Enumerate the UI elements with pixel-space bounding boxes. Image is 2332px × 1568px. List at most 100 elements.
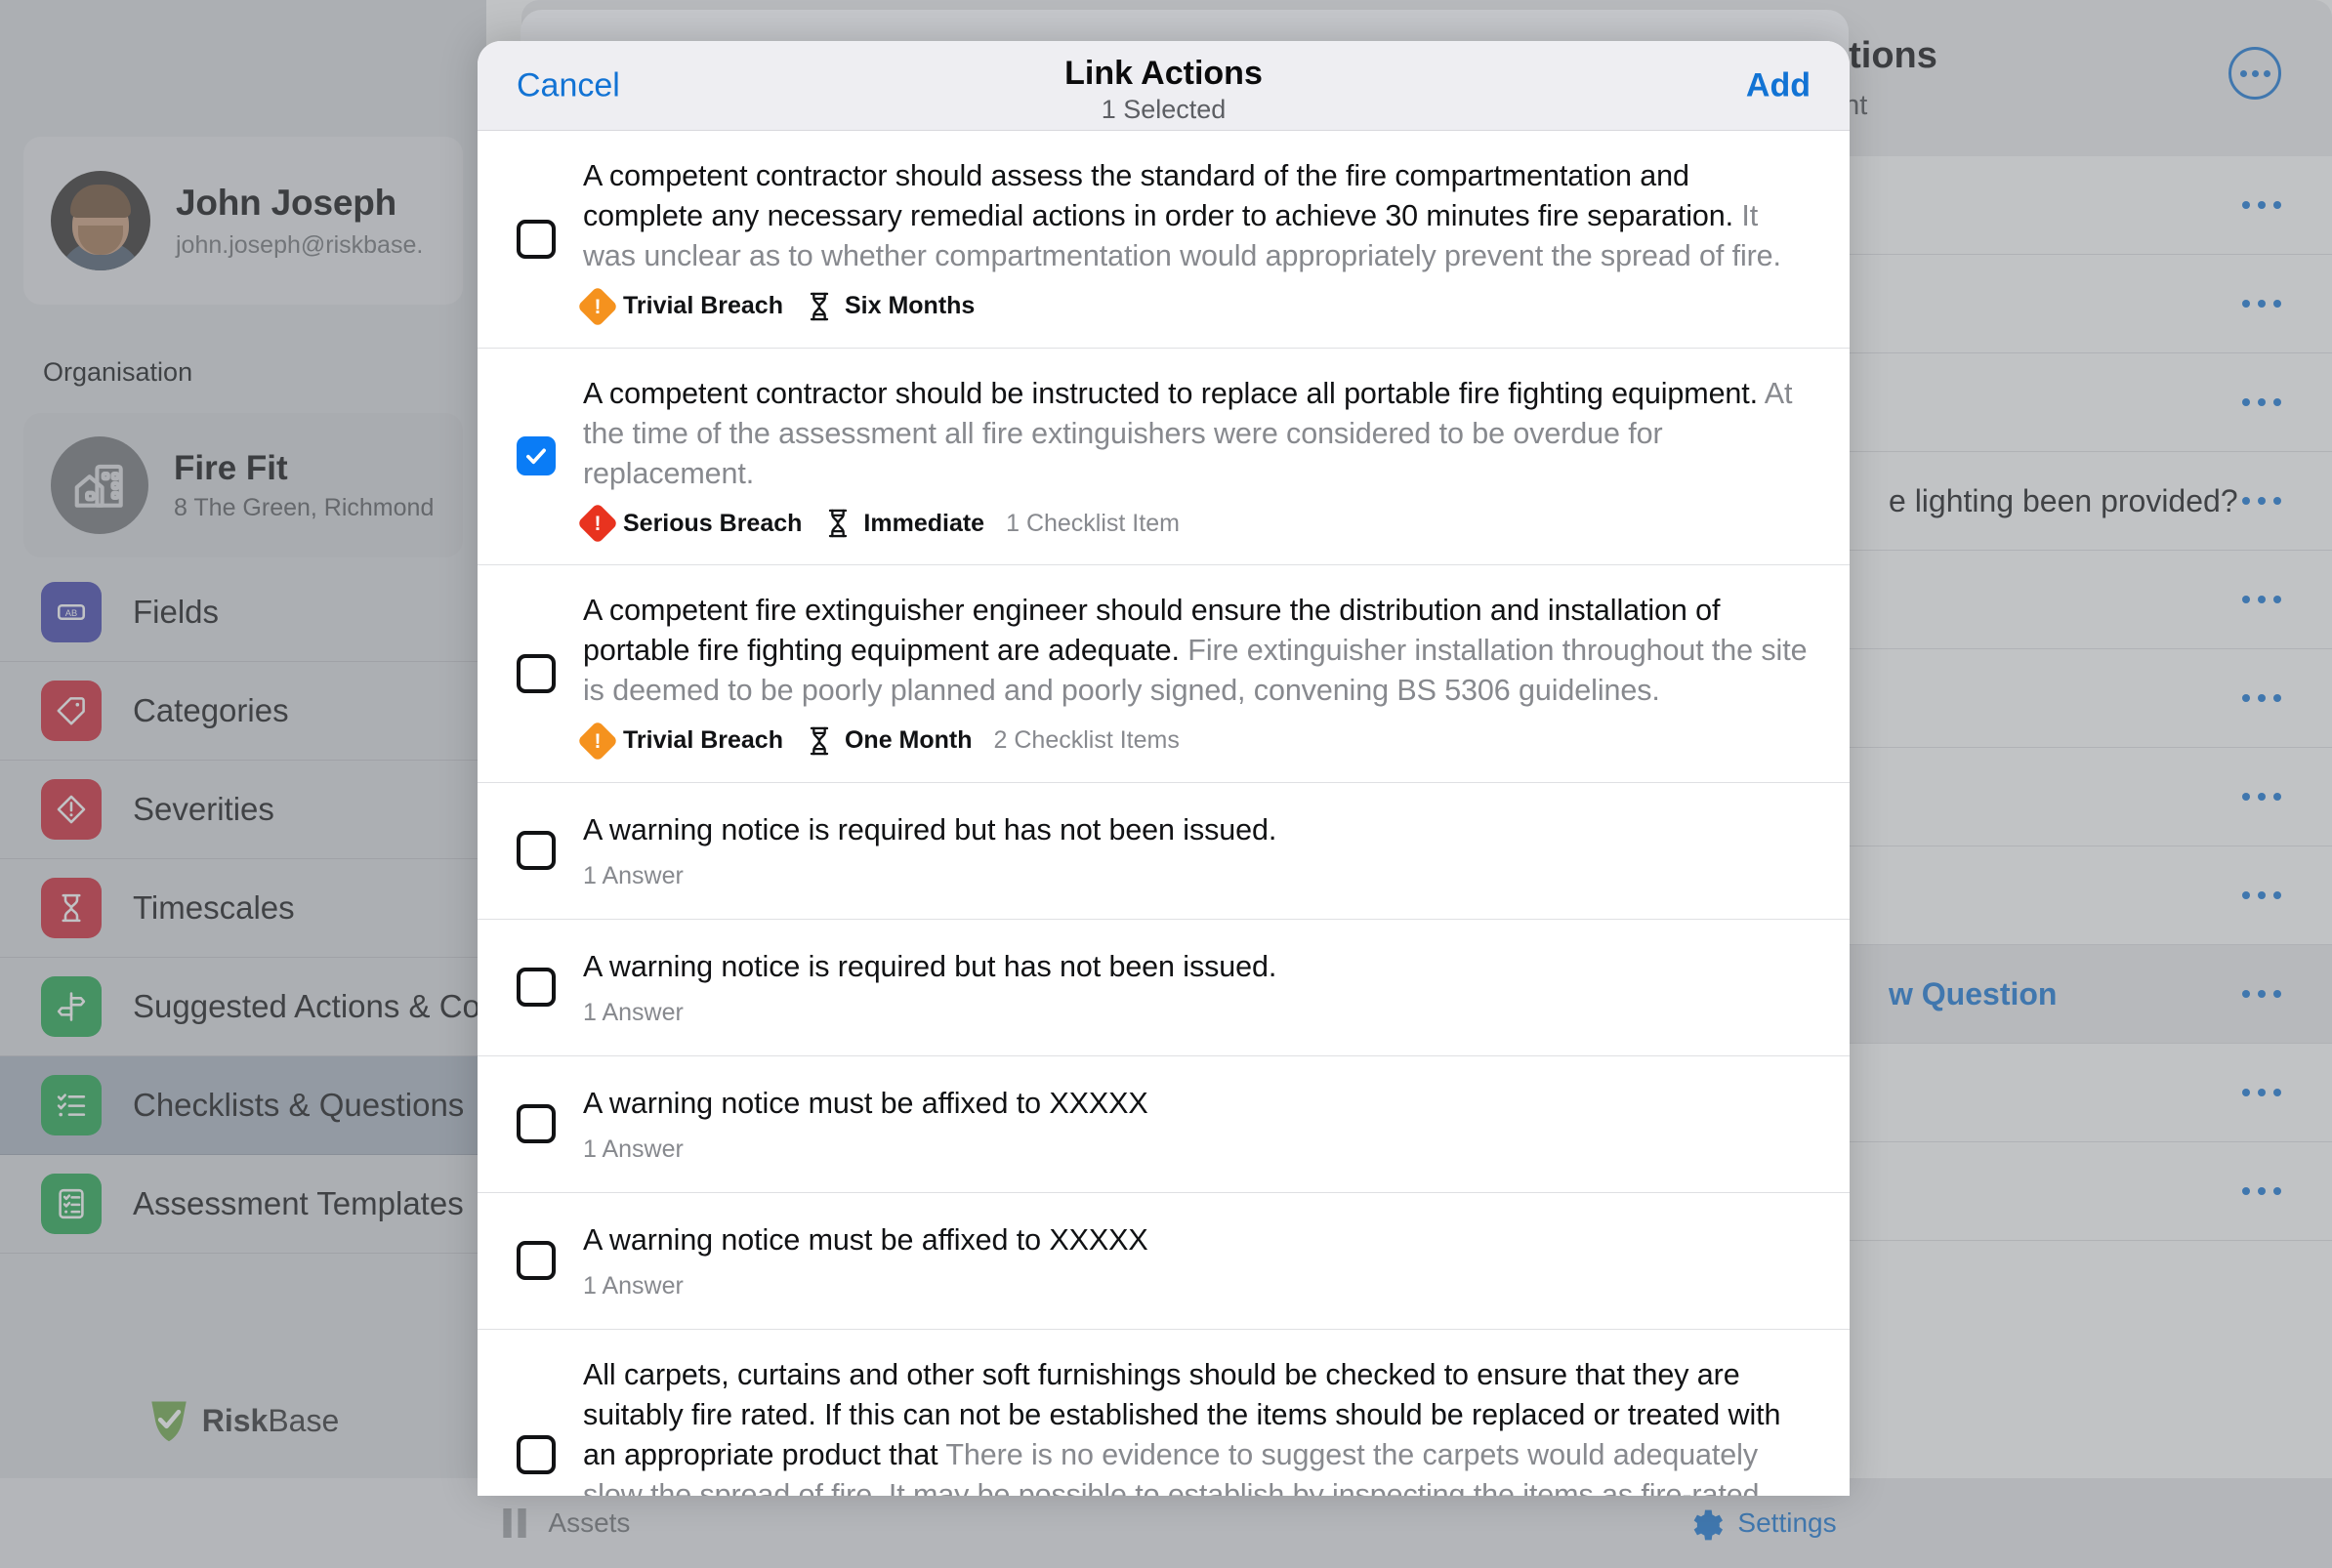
- avatar: [51, 171, 150, 270]
- sidebar-item-categories[interactable]: Categories: [0, 662, 486, 761]
- severity-diamond-icon: [41, 779, 102, 840]
- checkbox-unchecked[interactable]: [517, 219, 556, 259]
- hourglass-icon: [829, 509, 848, 538]
- checkbox-unchecked[interactable]: [517, 1435, 556, 1475]
- riskbase-shield-icon: [151, 1401, 187, 1442]
- action-text: A competent contractor should be instruc…: [583, 374, 1816, 495]
- tab-assets[interactable]: Assets: [495, 1504, 630, 1543]
- user-email: john.joseph@riskbase.: [176, 230, 424, 259]
- action-list-item[interactable]: A competent fire extinguisher engineer s…: [478, 565, 1850, 783]
- more-horizontal-icon[interactable]: [2242, 201, 2281, 209]
- answer-count: 1 Answer: [583, 862, 684, 890]
- action-text: A warning notice is required but has not…: [583, 947, 1816, 987]
- more-horizontal-icon[interactable]: [2242, 300, 2281, 308]
- checkbox-unchecked[interactable]: [517, 1241, 556, 1281]
- severity-label: Serious Breach: [623, 509, 803, 537]
- row-label: e lighting been provided?: [1889, 482, 2238, 518]
- sidebar-item-label: Suggested Actions & Cont: [133, 988, 508, 1024]
- action-title: A warning notice must be affixed to XXXX…: [583, 1086, 1148, 1120]
- document-checklist-icon: [41, 1174, 102, 1234]
- assets-icon: [503, 1508, 527, 1538]
- sidebar-section-title: Organisation: [43, 357, 193, 387]
- checkbox-unchecked[interactable]: [517, 968, 556, 1008]
- sidebar-item-assessment-templates[interactable]: Assessment Templates: [0, 1155, 486, 1254]
- sidebar-item-label: Checklists & Questions: [133, 1087, 465, 1123]
- organisation-address: 8 The Green, Richmond: [174, 493, 435, 521]
- action-text: A competent contractor should assess the…: [583, 156, 1816, 277]
- more-horizontal-icon[interactable]: [2242, 497, 2281, 505]
- modal-title: Link Actions: [1064, 55, 1263, 92]
- action-text: All carpets, curtains and other soft fur…: [583, 1355, 1816, 1496]
- checkbox-unchecked[interactable]: [517, 831, 556, 871]
- building-icon: [51, 436, 148, 534]
- action-list-item[interactable]: A warning notice is required but has not…: [478, 783, 1850, 920]
- action-list-item[interactable]: A warning notice must be affixed to XXXX…: [478, 1193, 1850, 1330]
- action-list-item[interactable]: A competent contractor should assess the…: [478, 131, 1850, 349]
- more-horizontal-icon[interactable]: [2242, 1187, 2281, 1195]
- tab-settings[interactable]: Settings: [1685, 1504, 1837, 1543]
- timescale-label: Immediate: [863, 509, 985, 537]
- severity-badge: ! Trivial Breach: [576, 285, 783, 327]
- severity-badge: ! Trivial Breach: [576, 720, 783, 762]
- severity-badge: ! Serious Breach: [576, 502, 803, 545]
- timescale-badge: One Month: [805, 725, 973, 757]
- action-title: A competent contractor should be instruc…: [583, 376, 1759, 410]
- riskbase-logo: RiskBase: [0, 1398, 486, 1443]
- action-list-item[interactable]: A warning notice is required but has not…: [478, 920, 1850, 1056]
- sidebar-item-label: Timescales: [133, 889, 295, 926]
- more-horizontal-icon[interactable]: [2242, 1089, 2281, 1096]
- sidebar-item-fields[interactable]: AB Fields: [0, 563, 486, 662]
- more-horizontal-icon[interactable]: [2242, 694, 2281, 702]
- more-horizontal-icon[interactable]: [2242, 398, 2281, 406]
- answer-count: 1 Answer: [583, 999, 684, 1027]
- link-actions-modal: Cancel Link Actions 1 Selected Add A com…: [478, 41, 1850, 1496]
- ab-field-icon: AB: [41, 582, 102, 642]
- brand-regular: Base: [268, 1402, 340, 1438]
- user-name: John Joseph: [176, 182, 396, 223]
- checkbox-unchecked[interactable]: [517, 653, 556, 693]
- organisation-card[interactable]: Fire Fit 8 The Green, Richmond: [23, 413, 463, 557]
- action-list-item[interactable]: A competent contractor should be instruc…: [478, 349, 1850, 566]
- checklist-icon: [41, 1075, 102, 1135]
- hourglass-icon: [810, 726, 829, 755]
- sidebar-item-checklists-questions[interactable]: Checklists & Questions: [0, 1056, 486, 1155]
- tab-assets-label: Assets: [548, 1507, 631, 1538]
- action-meta: ! Trivial Breach One Month 2 Checklist Ite…: [576, 720, 1816, 762]
- more-horizontal-icon[interactable]: [2242, 891, 2281, 899]
- gear-icon: [1694, 1509, 1724, 1541]
- brand-text: RiskBase: [202, 1403, 340, 1439]
- sidebar-item-severities[interactable]: Severities: [0, 761, 486, 859]
- modal-selected-count: 1 Selected: [1101, 95, 1227, 125]
- action-meta: ! Trivial Breach Six Months: [576, 285, 1816, 327]
- sidebar-item-label: Fields: [133, 594, 220, 630]
- sidebar-nav: AB Fields Categories Severities Timescales Su…: [0, 563, 507, 1254]
- checkbox-checked[interactable]: [517, 436, 556, 476]
- action-title: A competent contractor should assess the…: [583, 159, 1734, 233]
- add-button[interactable]: Add: [1746, 66, 1811, 104]
- user-card[interactable]: John Joseph john.joseph@riskbase.: [23, 137, 463, 305]
- hourglass-icon: [41, 878, 102, 938]
- action-list[interactable]: A competent contractor should assess the…: [478, 131, 1850, 1496]
- action-list-item[interactable]: All carpets, curtains and other soft fur…: [478, 1330, 1850, 1496]
- sidebar-item-label: Severities: [133, 791, 274, 827]
- timescale-badge: Six Months: [805, 291, 975, 322]
- severity-label: Trivial Breach: [623, 726, 783, 755]
- more-horizontal-icon[interactable]: [2242, 793, 2281, 801]
- more-horizontal-icon[interactable]: [2242, 990, 2281, 998]
- sidebar-item-suggested-actions-cont[interactable]: Suggested Actions & Cont: [0, 958, 507, 1056]
- signpost-icon: [41, 976, 102, 1037]
- more-horizontal-icon[interactable]: [2242, 596, 2281, 603]
- row-label: w Question: [1889, 975, 2058, 1011]
- more-circle-icon[interactable]: [2228, 47, 2281, 100]
- action-list-item[interactable]: A warning notice must be affixed to XXXX…: [478, 1056, 1850, 1193]
- check-icon: [526, 448, 546, 465]
- action-meta: ! Serious Breach Immediate 1 Checklist Ite…: [576, 502, 1816, 545]
- sidebar-item-timescales[interactable]: Timescales: [0, 859, 486, 958]
- checkbox-unchecked[interactable]: [517, 1104, 556, 1144]
- timescale-badge: Immediate: [823, 508, 984, 539]
- sidebar-item-label: Assessment Templates: [133, 1185, 464, 1221]
- timescale-label: Six Months: [844, 292, 976, 320]
- action-title: A warning notice must be affixed to XXXX…: [583, 1222, 1148, 1257]
- action-text: A competent fire extinguisher engineer s…: [583, 591, 1816, 712]
- modal-header: Cancel Link Actions 1 Selected Add: [478, 41, 1850, 131]
